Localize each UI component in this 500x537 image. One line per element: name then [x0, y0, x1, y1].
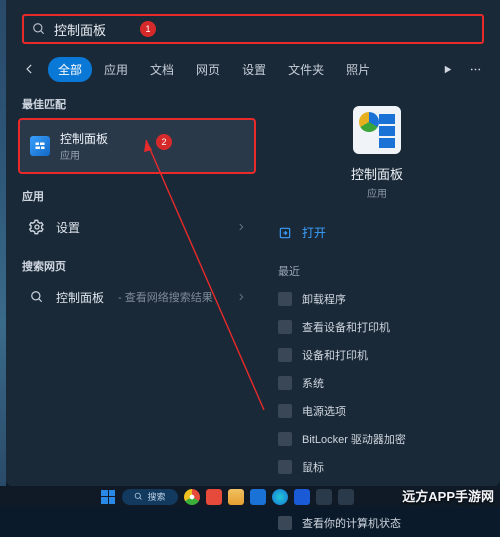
- control-panel-large-icon: [353, 106, 401, 154]
- recent-item[interactable]: BitLocker 驱动器加密: [272, 425, 482, 453]
- detail-pane: 控制面板 应用 打开 最近 卸载程序 查看设备和打印机 设备和打印机 系统 电源…: [266, 92, 488, 478]
- tab-photos[interactable]: 照片: [336, 57, 380, 82]
- recent-item[interactable]: 查看设备和打印机: [272, 313, 482, 341]
- start-button[interactable]: [100, 489, 116, 505]
- search-icon: [28, 288, 46, 306]
- search-filter-tabs: 全部 应用 文档 网页 设置 文件夹 照片: [6, 52, 500, 92]
- open-icon: [278, 226, 292, 240]
- recent-item-icon: [278, 320, 292, 334]
- detail-title: 控制面板: [272, 164, 482, 183]
- recent-item-icon: [278, 348, 292, 362]
- tab-folders[interactable]: 文件夹: [278, 57, 334, 82]
- search-icon: [32, 22, 46, 36]
- search-box-highlight: 1: [22, 14, 484, 44]
- apps-item-settings[interactable]: 设置: [18, 210, 256, 244]
- open-label: 打开: [302, 224, 326, 241]
- taskbar-security-icon[interactable]: [206, 489, 222, 505]
- recent-item-label: 系统: [302, 375, 324, 391]
- taskbar-search-label: 搜索: [147, 490, 165, 503]
- recent-item-label: 查看你的计算机状态: [302, 515, 401, 531]
- preview-play-button[interactable]: [434, 56, 460, 82]
- detail-subtitle: 应用: [272, 185, 482, 200]
- recent-item-label: 查看设备和打印机: [302, 319, 390, 335]
- open-action[interactable]: 打开: [272, 216, 482, 249]
- best-match-control-panel[interactable]: 控制面板 应用 2: [18, 118, 256, 174]
- apps-item-label: 设置: [56, 219, 80, 236]
- control-panel-icon: [30, 136, 50, 156]
- tab-web[interactable]: 网页: [186, 57, 230, 82]
- taskbar-edge-icon[interactable]: [272, 489, 288, 505]
- search-input[interactable]: [54, 22, 474, 37]
- recent-item-label: 鼠标: [302, 459, 324, 475]
- tab-settings[interactable]: 设置: [232, 57, 276, 82]
- recent-item-icon: [278, 516, 292, 530]
- best-match-title: 控制面板: [60, 130, 108, 147]
- chevron-right-icon: [236, 292, 246, 302]
- taskbar-search[interactable]: 搜索: [122, 489, 178, 505]
- gear-icon: [28, 218, 46, 236]
- back-button[interactable]: [18, 57, 42, 81]
- recent-header: 最近: [278, 263, 476, 279]
- watermark-text: 远方APP手游网: [402, 486, 494, 505]
- taskbar-chrome-icon[interactable]: [184, 489, 200, 505]
- taskbar-word-icon[interactable]: [294, 489, 310, 505]
- annotation-badge-1: 1: [140, 21, 156, 37]
- taskbar-explorer-icon[interactable]: [228, 489, 244, 505]
- apps-header: 应用: [22, 188, 252, 204]
- more-options-button[interactable]: [462, 56, 488, 82]
- recent-item-icon: [278, 460, 292, 474]
- results-left-column: 最佳匹配 控制面板 应用 2 应用 设置 搜索网页: [18, 92, 256, 478]
- web-item-suffix: - 查看网络搜索结果: [118, 289, 213, 305]
- recent-item[interactable]: 卸载程序: [272, 285, 482, 313]
- recent-item-icon: [278, 432, 292, 446]
- annotation-badge-2: 2: [156, 134, 172, 150]
- recent-item[interactable]: 电源选项: [272, 397, 482, 425]
- best-match-header: 最佳匹配: [22, 96, 252, 112]
- recent-item-label: 卸载程序: [302, 291, 346, 307]
- taskbar-app-icon[interactable]: [316, 489, 332, 505]
- tab-apps[interactable]: 应用: [94, 57, 138, 82]
- recent-item-icon: [278, 376, 292, 390]
- windows-search-panel: 1 全部 应用 文档 网页 设置 文件夹 照片 最佳匹配 控制面板: [6, 0, 500, 486]
- taskbar-store-icon[interactable]: [250, 489, 266, 505]
- recent-item-icon: [278, 404, 292, 418]
- chevron-right-icon: [236, 222, 246, 232]
- recent-item[interactable]: 系统: [272, 369, 482, 397]
- web-item-label: 控制面板: [56, 289, 104, 306]
- tab-documents[interactable]: 文档: [140, 57, 184, 82]
- recent-item[interactable]: 查看你的计算机状态: [272, 509, 482, 537]
- recent-item-icon: [278, 292, 292, 306]
- tab-all[interactable]: 全部: [48, 57, 92, 82]
- recent-item[interactable]: 设备和打印机: [272, 341, 482, 369]
- recent-item[interactable]: 鼠标: [272, 453, 482, 481]
- search-web-header: 搜索网页: [22, 258, 252, 274]
- web-item-control-panel[interactable]: 控制面板 - 查看网络搜索结果: [18, 280, 256, 314]
- recent-item-label: 设备和打印机: [302, 347, 368, 363]
- taskbar-app-icon[interactable]: [338, 489, 354, 505]
- recent-item-label: 电源选项: [302, 403, 346, 419]
- best-match-subtitle: 应用: [60, 147, 108, 162]
- recent-item-label: BitLocker 驱动器加密: [302, 431, 406, 447]
